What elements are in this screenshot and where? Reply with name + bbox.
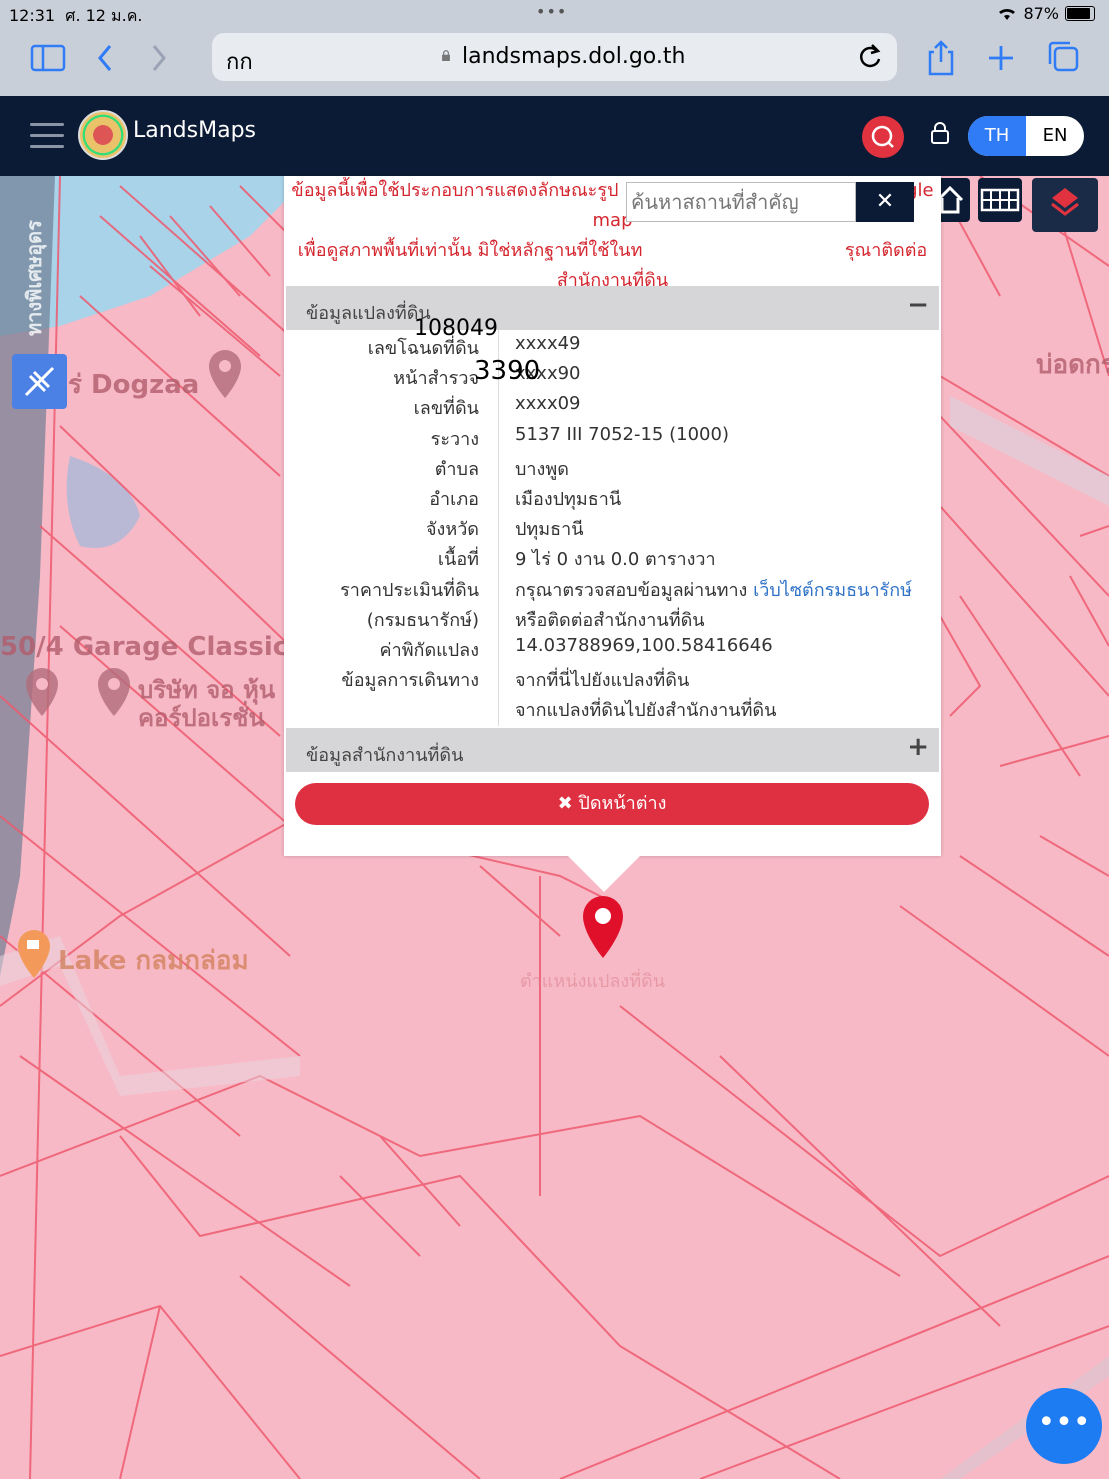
forward-icon[interactable] bbox=[146, 38, 170, 78]
app-header: LandsMaps TH EN bbox=[0, 96, 1109, 176]
lock-icon bbox=[442, 50, 450, 61]
sidebar-icon[interactable] bbox=[30, 38, 66, 78]
search-icon bbox=[871, 125, 894, 148]
row-label: เลขที่ดิน bbox=[413, 398, 479, 420]
row-label: ราคาประเมินที่ดิน bbox=[340, 579, 479, 601]
battery-percent: 87% bbox=[1023, 4, 1059, 23]
row-value: ปทุมธานี bbox=[515, 519, 584, 541]
row-label: เลขโฉนดที่ดิน bbox=[367, 338, 479, 359]
table-row: ข้อมูลการเดินทาง จากที่นี่ไปยังแปลงที่ดิน bbox=[286, 662, 939, 692]
reload-icon[interactable] bbox=[857, 41, 883, 71]
row-value: เมืองปทุมธานี bbox=[515, 488, 622, 510]
browser-toolbar: กก landsmaps.dol.go.th bbox=[0, 28, 1109, 96]
tabs-icon[interactable] bbox=[1046, 38, 1080, 78]
grid-button[interactable] bbox=[978, 178, 1022, 222]
row-label: จังหวัด bbox=[426, 519, 479, 541]
close-window-button[interactable]: ✖ ปิดหน้าต่าง bbox=[295, 783, 929, 825]
collapse-icon[interactable]: − bbox=[907, 290, 929, 320]
cafe-pin-icon bbox=[18, 930, 50, 978]
status-bar: 12:31 ศ. 12 ม.ค. ••• 87% bbox=[0, 0, 1109, 28]
coordinates-link[interactable]: 14.03788969,100.58416646 bbox=[515, 635, 773, 656]
row-value: หรือติดต่อสำนักงานที่ดิน bbox=[515, 609, 705, 631]
row-label: อำเภอ bbox=[429, 488, 479, 510]
share-icon[interactable] bbox=[926, 38, 956, 78]
layers-button[interactable] bbox=[1032, 178, 1098, 232]
more-options-button[interactable]: ••• bbox=[1026, 1388, 1102, 1464]
row-label: ค่าพิกัดแปลง bbox=[379, 639, 479, 661]
map-label-road: ทางพิเศษอุดร bbox=[22, 220, 46, 336]
layers-icon bbox=[1051, 188, 1079, 216]
row-label: หน้าสำรวจ bbox=[393, 368, 479, 390]
map-label-dogzaa: ร่ Dogzaa bbox=[68, 370, 200, 400]
dol-logo bbox=[78, 110, 128, 160]
table-row: เนื้อที่ 9 ไร่ 0 งาน 0.0 ตารางวา bbox=[286, 541, 939, 571]
directions-to-office-link[interactable]: จากแปลงที่ดินไปยังสำนักงานที่ดิน bbox=[515, 695, 776, 724]
table-row: ค่าพิกัดแปลง 14.03788969,100.58416646 bbox=[286, 632, 939, 662]
row-value: xxxx49 bbox=[515, 333, 581, 354]
clear-search-button[interactable]: ✕ bbox=[856, 182, 914, 222]
row-label: ข้อมูลการเดินทาง bbox=[341, 670, 479, 692]
ruler-pencil-icon bbox=[24, 366, 55, 397]
search-button[interactable] bbox=[862, 116, 904, 158]
table-row: จากแปลงที่ดินไปยังสำนักงานที่ดิน bbox=[286, 692, 939, 722]
table-row: ระวาง 5137 III 7052-15 (1000) bbox=[286, 421, 939, 451]
language-toggle: TH EN bbox=[968, 116, 1084, 156]
login-lock-icon[interactable] bbox=[930, 122, 950, 144]
status-time: 12:31 ศ. 12 ม.ค. bbox=[9, 6, 143, 25]
row-label: (กรมธนารักษ์) bbox=[366, 609, 479, 631]
menu-icon[interactable] bbox=[30, 123, 64, 149]
multitask-dots[interactable]: ••• bbox=[536, 2, 567, 21]
table-row: อำเภอ เมืองปทุมธานี bbox=[286, 481, 939, 511]
table-row: เลขที่ดิน xxxx09 bbox=[286, 390, 939, 420]
wifi-icon bbox=[999, 8, 1016, 20]
address-bar[interactable]: กก landsmaps.dol.go.th bbox=[212, 33, 897, 81]
directions-to-parcel-link[interactable]: จากที่นี่ไปยังแปลงที่ดิน bbox=[515, 665, 689, 694]
map-label-lake: Lake กลมกล่อม bbox=[58, 946, 249, 976]
popup-tail bbox=[568, 856, 640, 892]
pin-label: ตำแหน่งแปลงที่ดิน bbox=[520, 971, 666, 992]
lang-th-button[interactable]: TH bbox=[968, 116, 1026, 156]
table-row: (กรมธนารักษ์) หรือติดต่อสำนักงานที่ดิน bbox=[286, 602, 939, 632]
treasury-website-link[interactable]: เว็บไซต์กรมธนารักษ์ bbox=[753, 580, 912, 601]
map-pin-icon bbox=[98, 668, 130, 716]
text-size-button[interactable]: กก bbox=[226, 44, 253, 79]
table-row: จังหวัด ปทุมธานี bbox=[286, 511, 939, 541]
parcel-section-header[interactable]: ข้อมูลแปลงที่ดิน − bbox=[286, 286, 939, 330]
lang-en-button[interactable]: EN bbox=[1026, 116, 1084, 156]
overlay-number: 3390 bbox=[474, 356, 541, 386]
back-icon[interactable] bbox=[94, 38, 118, 78]
grid-icon bbox=[980, 188, 1020, 212]
table-row: เลขโฉนดที่ดิน xxxx49 bbox=[286, 330, 939, 360]
row-value: กรุณาตรวจสอบข้อมูลผ่านทาง เว็บไซต์กรมธนา… bbox=[515, 575, 912, 604]
table-row: ตำบล บางพูด bbox=[286, 451, 939, 481]
battery-icon bbox=[1065, 6, 1095, 21]
section-title: ข้อมูลสำนักงานที่ดิน bbox=[306, 745, 464, 766]
row-value: บางพูด bbox=[515, 458, 569, 480]
parcel-pin-icon[interactable] bbox=[580, 894, 626, 960]
table-row: หน้าสำรวจ xxxx90 bbox=[286, 360, 939, 390]
map-pin-icon bbox=[26, 668, 58, 716]
row-value: xxxx09 bbox=[515, 393, 581, 415]
row-value: 9 ไร่ 0 งาน 0.0 ตารางวา bbox=[515, 549, 716, 571]
draw-tool-button[interactable] bbox=[12, 354, 67, 409]
landmark-search-input[interactable]: ค้นหาสถานที่สำคัญ bbox=[626, 182, 856, 222]
parcel-info-table: เลขโฉนดที่ดิน xxxx49 หน้าสำรวจ xxxx90 เลขท… bbox=[286, 330, 939, 722]
map-label-company2: คอร์ปอเรชั่น bbox=[138, 704, 265, 732]
map-pin-icon bbox=[209, 350, 241, 398]
row-label: เนื้อที่ bbox=[437, 549, 479, 571]
new-tab-icon[interactable] bbox=[986, 38, 1016, 78]
row-value: กรุณาตรวจสอบข้อมูลผ่านทาง bbox=[515, 579, 748, 601]
brand-name: LandsMaps bbox=[133, 118, 256, 143]
expand-icon[interactable]: + bbox=[907, 732, 929, 762]
parcel-info-popup: ข้อมูลนี้เพื่อใช้ประกอบการแสดงลักษณะรูปx… bbox=[284, 176, 941, 856]
row-label: ระวาง bbox=[430, 428, 479, 450]
table-row: ราคาประเมินที่ดิน กรุณาตรวจสอบข้อมูลผ่านท… bbox=[286, 572, 939, 602]
row-value: 5137 III 7052-15 (1000) bbox=[515, 423, 729, 445]
section-title: ข้อมูลแปลงที่ดิน bbox=[306, 303, 431, 324]
map-label-bodok: บ่อดกร bbox=[1036, 350, 1109, 380]
office-section-header[interactable]: ข้อมูลสำนักงานที่ดิน + bbox=[286, 728, 939, 772]
row-label: ตำบล bbox=[434, 458, 479, 480]
url-text: landsmaps.dol.go.th bbox=[462, 44, 686, 69]
